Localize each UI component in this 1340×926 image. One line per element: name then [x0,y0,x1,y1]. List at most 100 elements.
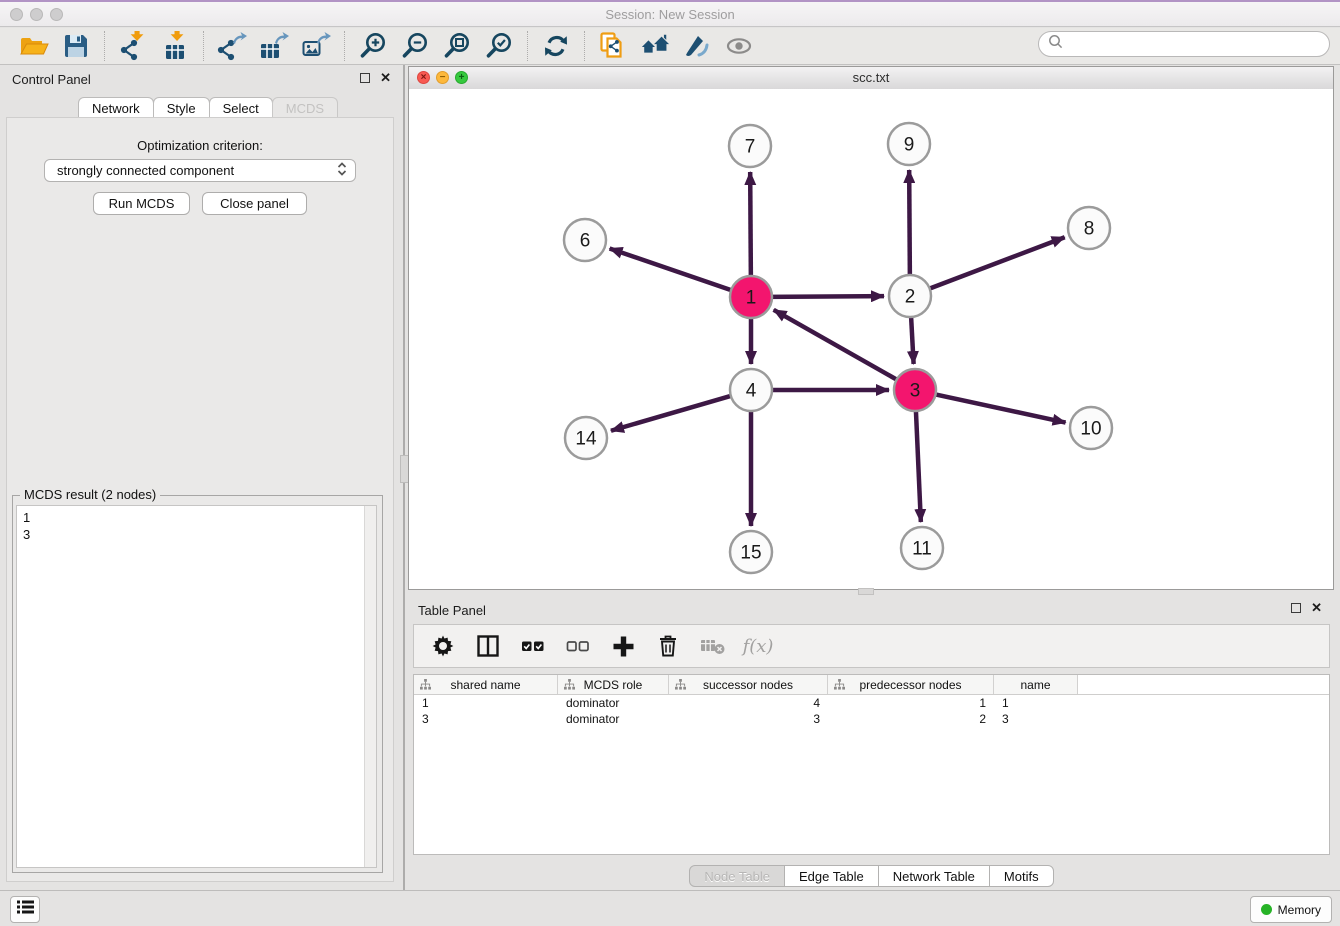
table-cell: 3 [414,712,558,726]
close-panel-button[interactable]: Close panel [202,192,307,215]
export-image-icon[interactable] [301,31,331,61]
column-header-label: MCDS role [584,678,643,692]
add-column-icon[interactable] [610,633,636,659]
tab-edge-table[interactable]: Edge Table [784,865,879,887]
edge-2-9[interactable] [909,170,910,278]
edge-3-1[interactable] [774,310,900,381]
memory-button[interactable]: Memory [1250,896,1332,923]
zoom-fit-icon[interactable] [442,31,472,61]
run-mcds-button[interactable]: Run MCDS [93,192,190,215]
edge-1-7[interactable] [750,172,751,279]
network-view-title: scc.txt [409,70,1333,85]
export-table-icon[interactable] [259,31,289,61]
node-3[interactable]: 3 [894,369,936,411]
save-icon[interactable] [61,31,91,61]
node-2[interactable]: 2 [889,275,931,317]
control-panel-body: Optimization criterion: strongly connect… [6,117,394,882]
node-14[interactable]: 14 [565,417,607,459]
column-header-predecessor-nodes[interactable]: predecessor nodes [828,675,994,694]
optimization-select[interactable]: strongly connected component [44,159,356,182]
gear-icon[interactable] [430,633,456,659]
search-box[interactable] [1038,31,1330,57]
edge-3-11[interactable] [916,408,921,522]
table-row[interactable]: 3dominator323 [414,711,1329,727]
close-panel-icon[interactable]: ✕ [380,72,391,84]
tree-icon [420,679,431,693]
network-view-window: × − + scc.txt 7 9 6 8 1 2 4 3 14 10 15 11 [408,66,1334,590]
tab-mcds[interactable]: MCDS [272,97,338,118]
zoom-out-icon[interactable] [400,31,430,61]
network-canvas[interactable]: 7 9 6 8 1 2 4 3 14 10 15 11 [409,89,1333,589]
import-table-icon[interactable] [160,31,190,61]
node-11[interactable]: 11 [901,527,943,569]
network-graph[interactable]: 7 9 6 8 1 2 4 3 14 10 15 11 [409,89,1333,589]
clone-network-icon[interactable] [598,31,628,61]
table-cell: dominator [558,712,669,726]
svg-text:11: 11 [912,539,932,560]
svg-text:4: 4 [746,381,757,402]
node-table[interactable]: shared name MCDS role successor nodes prede… [413,674,1330,855]
node-15[interactable]: 15 [730,531,772,573]
tab-select[interactable]: Select [209,97,273,118]
export-network-icon[interactable] [217,31,247,61]
close-table-panel-icon[interactable]: ✕ [1311,602,1322,614]
network-window-titlebar[interactable]: × − + scc.txt [409,67,1333,90]
node-7[interactable]: 7 [729,125,771,167]
svg-text:2: 2 [905,287,916,308]
node-9[interactable]: 9 [888,123,930,165]
status-bar: Memory [0,890,1340,926]
select-all-icon[interactable] [520,633,546,659]
node-4[interactable]: 4 [730,369,772,411]
float-panel-icon[interactable] [360,73,370,83]
tab-motifs[interactable]: Motifs [989,865,1054,887]
edge-3-10[interactable] [933,394,1066,423]
zoom-selected-icon[interactable] [484,31,514,61]
node-10[interactable]: 10 [1070,407,1112,449]
result-scrollbar[interactable] [364,506,376,867]
node-8[interactable]: 8 [1068,207,1110,249]
table-cell: 2 [828,712,994,726]
column-header-shared-name[interactable]: shared name [414,675,558,694]
tree-icon [834,679,845,693]
refresh-icon[interactable] [541,31,571,61]
columns-icon[interactable] [475,633,501,659]
zoom-in-icon[interactable] [358,31,388,61]
edge-1-6[interactable] [610,248,734,291]
table-cell: 1 [994,696,1078,710]
trash-icon[interactable] [655,633,681,659]
task-history-button[interactable] [10,896,40,923]
node-1[interactable]: 1 [730,276,772,318]
svg-text:15: 15 [740,543,761,564]
memory-button-label: Memory [1278,903,1321,917]
tab-node-table[interactable]: Node Table [689,865,785,887]
column-header-name[interactable]: name [994,675,1078,694]
tab-network[interactable]: Network [78,97,154,118]
tab-style[interactable]: Style [153,97,210,118]
search-input[interactable] [1068,36,1329,53]
import-network-icon[interactable] [118,31,148,61]
table-cell: 1 [828,696,994,710]
homes-icon[interactable] [640,31,670,61]
tab-network-table[interactable]: Network Table [878,865,990,887]
open-folder-icon[interactable] [19,31,49,61]
deselect-all-icon[interactable] [565,633,591,659]
memory-status-icon [1261,904,1272,915]
eye-icon[interactable] [724,31,754,61]
table-cell: 3 [669,712,828,726]
mcds-result-line: 3 [17,526,376,543]
column-header-MCDS-role[interactable]: MCDS role [558,675,669,694]
column-header-label: successor nodes [703,678,793,692]
horizontal-splitter-grip[interactable] [858,588,874,595]
paintbrush-icon[interactable] [682,31,712,61]
delete-table-icon [700,633,726,659]
node-6[interactable]: 6 [564,219,606,261]
edge-2-8[interactable] [927,237,1065,289]
column-header-successor-nodes[interactable]: successor nodes [669,675,828,694]
svg-text:10: 10 [1080,419,1101,440]
edge-1-2[interactable] [769,296,884,297]
edge-4-14[interactable] [611,395,734,431]
table-row[interactable]: 1dominator411 [414,695,1329,711]
mcds-result-area[interactable]: 13 [16,505,377,868]
edge-2-3[interactable] [911,314,914,364]
float-table-panel-icon[interactable] [1291,603,1301,613]
